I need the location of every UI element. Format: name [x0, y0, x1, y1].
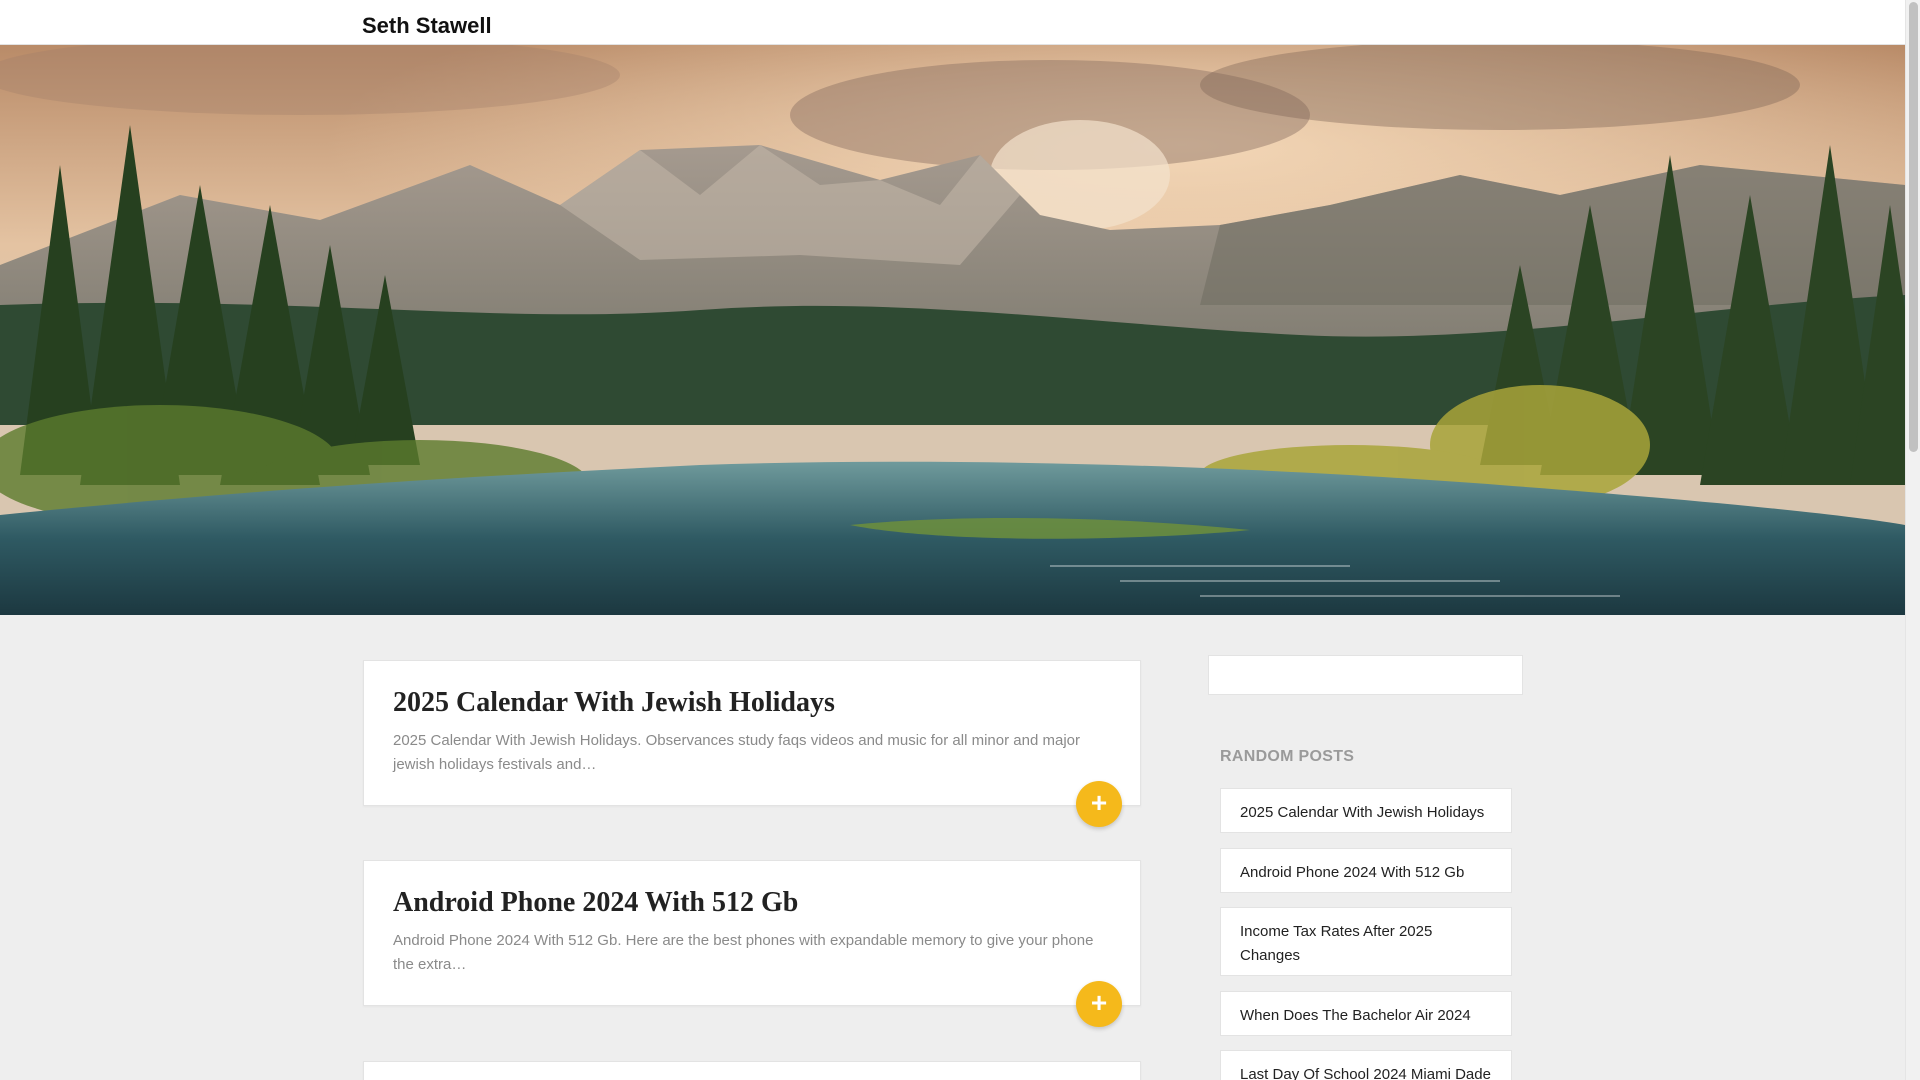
post-excerpt: 2025 Calendar With Jewish Holidays. Obse…	[393, 732, 1080, 773]
random-post-link[interactable]: Last Day Of School 2024 Miami Dade	[1220, 1050, 1512, 1080]
read-more-button[interactable]: +	[1076, 981, 1122, 1027]
post-card: 2025 Calendar With Jewish Holidays 2025 …	[363, 660, 1141, 827]
random-post-link[interactable]: Android Phone 2024 With 512 Gb	[1220, 848, 1512, 893]
post-excerpt: Android Phone 2024 With 512 Gb. Here are…	[393, 932, 1094, 973]
random-posts-heading: RANDOM POSTS	[1220, 748, 1355, 765]
page-scrollbar[interactable]	[1905, 0, 1920, 1080]
random-post-link[interactable]: When Does The Bachelor Air 2024	[1220, 991, 1512, 1036]
post-title-link[interactable]: Android Phone 2024 With 512 Gb	[393, 887, 798, 919]
post-card: Android Phone 2024 With 512 Gb Android P…	[363, 860, 1141, 1027]
post-title-link[interactable]: 2025 Calendar With Jewish Holidays	[393, 687, 835, 719]
plus-icon: +	[1090, 987, 1108, 1018]
read-more-button[interactable]: +	[1076, 781, 1122, 827]
post-card	[363, 1061, 1141, 1080]
site-title-link[interactable]: Seth Stawell	[362, 13, 492, 39]
plus-icon: +	[1090, 787, 1108, 818]
random-post-link[interactable]: 2025 Calendar With Jewish Holidays	[1220, 788, 1512, 833]
scrollbar-thumb[interactable]	[1909, 2, 1918, 452]
top-bar: Seth Stawell	[0, 0, 1905, 45]
sidebar-search-widget[interactable]	[1208, 655, 1523, 695]
hero-image	[0, 45, 1905, 615]
landscape-illustration	[0, 45, 1905, 615]
random-post-link[interactable]: Income Tax Rates After 2025 Changes	[1220, 907, 1512, 976]
